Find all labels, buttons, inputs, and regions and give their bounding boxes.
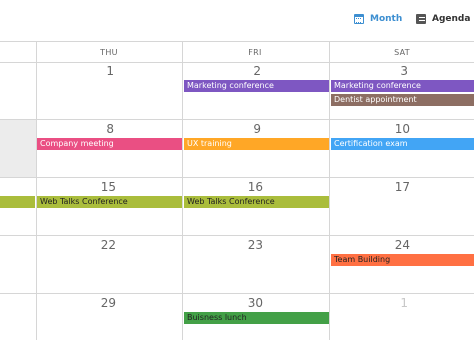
day-number[interactable]: 1: [84, 64, 114, 78]
event-ux-training[interactable]: UX training: [184, 138, 329, 150]
event-continuation[interactable]: [0, 196, 35, 208]
day-number[interactable]: 23: [233, 238, 263, 252]
event-certification-exam[interactable]: Certification exam: [331, 138, 474, 150]
day-number[interactable]: 24: [380, 238, 410, 252]
calendar-icon: [354, 14, 364, 24]
day-number[interactable]: 9: [231, 122, 261, 136]
day-number[interactable]: 30: [233, 296, 263, 310]
day-number[interactable]: 17: [380, 180, 410, 194]
month-view-button[interactable]: Month: [354, 11, 402, 27]
event-marketing-conference[interactable]: Marketing conference: [184, 80, 329, 92]
event-company-meeting[interactable]: Company meeting: [37, 138, 182, 150]
day-number-other-month[interactable]: 1: [378, 296, 408, 310]
day-number[interactable]: 22: [86, 238, 116, 252]
weekday-sat: SAT: [394, 48, 410, 57]
row-divider: [0, 235, 474, 236]
selected-cell-highlight: [0, 120, 36, 177]
column-divider: [36, 42, 37, 340]
row-divider: [0, 293, 474, 294]
day-number[interactable]: 10: [380, 122, 410, 136]
event-web-talks-conference[interactable]: Web Talks Conference: [37, 196, 182, 208]
event-marketing-conference[interactable]: Marketing conference: [331, 80, 474, 92]
month-grid: THU FRI SAT 1 2 3 8 9 10 15 16 17 22 23 …: [0, 41, 474, 340]
event-web-talks-conference[interactable]: Web Talks Conference: [184, 196, 329, 208]
day-number[interactable]: 16: [233, 180, 263, 194]
weekday-fri: FRI: [248, 48, 262, 57]
day-number[interactable]: 15: [86, 180, 116, 194]
day-number[interactable]: 29: [86, 296, 116, 310]
event-business-lunch[interactable]: Buisness lunch: [184, 312, 329, 324]
event-dentist-appointment[interactable]: Dentist appointment: [331, 94, 474, 106]
day-number[interactable]: 2: [231, 64, 261, 78]
event-team-building[interactable]: Team Building: [331, 254, 474, 266]
agenda-view-button[interactable]: Agenda: [416, 11, 470, 27]
list-icon: [416, 14, 426, 24]
month-view-label: Month: [370, 14, 403, 24]
weekday-thu: THU: [100, 48, 118, 57]
day-number[interactable]: 8: [84, 122, 114, 136]
view-toolbar: Month Agenda: [0, 0, 474, 42]
day-number[interactable]: 3: [378, 64, 408, 78]
agenda-view-label: Agenda: [432, 14, 471, 24]
row-divider: [0, 62, 474, 63]
row-divider: [0, 119, 474, 120]
row-divider: [0, 177, 474, 178]
weekday-header: THU FRI SAT: [0, 42, 474, 63]
column-divider: [182, 42, 183, 340]
column-divider: [329, 42, 330, 340]
